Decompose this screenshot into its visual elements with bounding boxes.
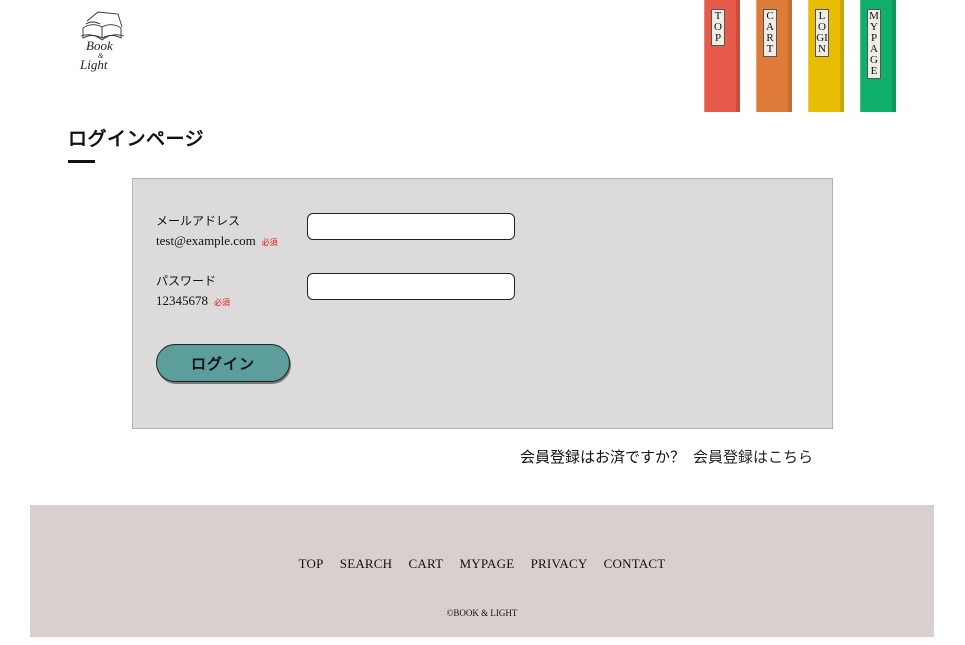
footer-link-contact[interactable]: CONTACT [604, 556, 666, 571]
nav-cart-book[interactable]: CART [756, 0, 792, 112]
register-link[interactable]: 会員登録はこちら [693, 450, 813, 466]
footer-link-top[interactable]: TOP [299, 556, 324, 571]
password-example: 12345678 [156, 293, 208, 308]
password-input[interactable] [307, 273, 515, 300]
password-label-block: パスワード 12345678 必須 [156, 272, 230, 312]
nav-mypage-book[interactable]: MYPAGE [860, 0, 896, 112]
footer-link-mypage[interactable]: MYPAGE [459, 556, 514, 571]
password-required-badge: 必須 [214, 298, 230, 307]
nav-login-book[interactable]: LOGIN [808, 0, 844, 112]
page-title: ログインページ [68, 129, 205, 150]
footer-link-privacy[interactable]: PRIVACY [531, 556, 588, 571]
register-question: 会員登録はお済ですか？ [520, 450, 686, 466]
email-label: メールアドレス [156, 214, 241, 228]
email-example: test@example.com [156, 233, 256, 248]
site-logo[interactable]: Book & Light [78, 8, 130, 72]
footer-nav: TOP SEARCH CART MYPAGE PRIVACY CONTACT [30, 556, 934, 572]
login-button[interactable]: ログイン [156, 344, 290, 382]
login-form-panel: メールアドレス test@example.com 必須 パスワード 1234567… [132, 178, 833, 429]
footer: TOP SEARCH CART MYPAGE PRIVACY CONTACT ©… [30, 505, 934, 637]
svg-text:Book: Book [86, 38, 113, 53]
footer-link-search[interactable]: SEARCH [340, 556, 393, 571]
register-prompt: 会員登録はお済ですか？ 会員登録はこちら [520, 446, 813, 467]
nav-cart-label: CART [763, 9, 777, 57]
book-logo-icon: Book & Light [79, 11, 125, 72]
svg-text:Light: Light [79, 57, 108, 72]
title-underline [68, 160, 95, 163]
password-label: パスワード [156, 274, 217, 288]
nav-mypage-label: MYPAGE [867, 9, 881, 79]
copyright: ©BOOK & LIGHT [446, 608, 518, 618]
email-required-badge: 必須 [261, 238, 278, 247]
email-input[interactable] [307, 213, 515, 240]
nav-top-label: TOP [711, 9, 725, 46]
nav-login-label: LOGIN [815, 9, 829, 57]
email-label-block: メールアドレス test@example.com 必須 [156, 212, 278, 252]
nav-top-book[interactable]: TOP [704, 0, 740, 112]
footer-link-cart[interactable]: CART [409, 556, 444, 571]
